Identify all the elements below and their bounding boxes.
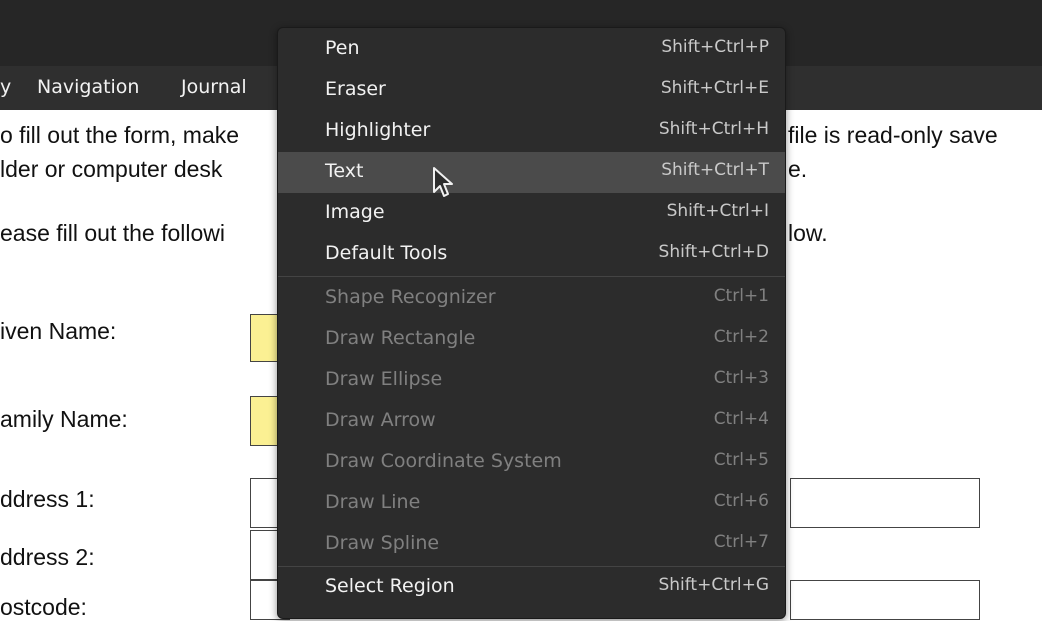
menu-item-shortcut: Shift+Ctrl+G [658, 575, 769, 595]
menu-item-label: Eraser [325, 78, 386, 100]
menu-separator [278, 276, 785, 277]
instruction-line-3a: ease fill out the followi [0, 220, 226, 246]
menu-navigation[interactable]: Navigation [37, 76, 139, 98]
instruction-line-1a: o fill out the form, make [0, 122, 240, 148]
menu-item-label: Image [325, 201, 385, 223]
menu-item-label: Draw Line [325, 491, 421, 513]
menu-item-shortcut: Ctrl+7 [713, 532, 769, 552]
menu-item-label: Text [325, 160, 364, 182]
menu-item-draw-spline[interactable]: Draw Spline Ctrl+7 [278, 524, 785, 565]
menu-item-shortcut: Shift+Ctrl+H [658, 119, 769, 139]
menu-item-draw-rectangle[interactable]: Draw Rectangle Ctrl+2 [278, 319, 785, 360]
address-2-label: ddress 2: [0, 544, 95, 570]
menu-item-image[interactable]: Image Shift+Ctrl+I [278, 193, 785, 234]
menu-item-draw-arrow[interactable]: Draw Arrow Ctrl+4 [278, 401, 785, 442]
menu-item-label: Draw Ellipse [325, 368, 443, 390]
menu-item-default-tools[interactable]: Default Tools Shift+Ctrl+D [278, 234, 785, 275]
tools-menu: Pen Shift+Ctrl+P Eraser Shift+Ctrl+E Hig… [277, 27, 786, 619]
family-name-label: amily Name: [0, 406, 128, 432]
address-1-label: ddress 1: [0, 486, 95, 512]
given-name-label: iven Name: [0, 318, 117, 344]
menu-item-pen[interactable]: Pen Shift+Ctrl+P [278, 29, 785, 70]
menu-item-select-region[interactable]: Select Region Shift+Ctrl+G [278, 567, 785, 608]
menu-item-text[interactable]: Text Shift+Ctrl+T [278, 152, 785, 193]
menu-journal[interactable]: Journal [181, 76, 247, 98]
menu-item-shortcut: Shift+Ctrl+E [660, 78, 769, 98]
instruction-line-3b: low. [788, 220, 828, 246]
menu-item-label: Draw Rectangle [325, 327, 476, 349]
menu-item-draw-coordinate-system[interactable]: Draw Coordinate System Ctrl+5 [278, 442, 785, 483]
menu-item-draw-ellipse[interactable]: Draw Ellipse Ctrl+3 [278, 360, 785, 401]
instruction-line-2b: e. [788, 156, 808, 182]
mouse-pointer-icon [433, 167, 453, 197]
menu-item-shortcut: Shift+Ctrl+T [661, 160, 769, 180]
postcode-extra-field[interactable] [790, 580, 980, 620]
menu-item-shortcut: Ctrl+6 [713, 491, 769, 511]
menu-item-label: Select Region [325, 575, 455, 597]
menu-item-label: Draw Coordinate System [325, 450, 562, 472]
menu-item-shortcut: Ctrl+3 [713, 368, 769, 388]
menu-item-label: Draw Arrow [325, 409, 436, 431]
instruction-line-1b: file is read-only save [788, 122, 998, 148]
postcode-label: ostcode: [0, 594, 87, 620]
menu-view[interactable]: y [0, 76, 11, 98]
instruction-line-2a: lder or computer desk [0, 156, 223, 182]
menu-item-label: Pen [325, 37, 360, 59]
menu-item-shape-recognizer[interactable]: Shape Recognizer Ctrl+1 [278, 278, 785, 319]
address-1-extra-field[interactable] [790, 478, 980, 528]
menu-item-highlighter[interactable]: Highlighter Shift+Ctrl+H [278, 111, 785, 152]
menu-item-label: Shape Recognizer [325, 286, 496, 308]
menu-item-shortcut: Ctrl+5 [713, 450, 769, 470]
menu-item-shortcut: Ctrl+4 [713, 409, 769, 429]
menu-item-shortcut: Ctrl+1 [713, 286, 769, 306]
menu-item-shortcut: Shift+Ctrl+D [658, 242, 769, 262]
menu-item-shortcut: Shift+Ctrl+I [666, 201, 769, 221]
menu-item-label: Default Tools [325, 242, 448, 264]
menu-item-shortcut: Shift+Ctrl+P [661, 37, 769, 57]
menu-item-label: Draw Spline [325, 532, 440, 554]
menu-item-draw-line[interactable]: Draw Line Ctrl+6 [278, 483, 785, 524]
menu-item-shortcut: Ctrl+2 [713, 327, 769, 347]
menu-item-label: Highlighter [325, 119, 431, 141]
menu-item-eraser[interactable]: Eraser Shift+Ctrl+E [278, 70, 785, 111]
